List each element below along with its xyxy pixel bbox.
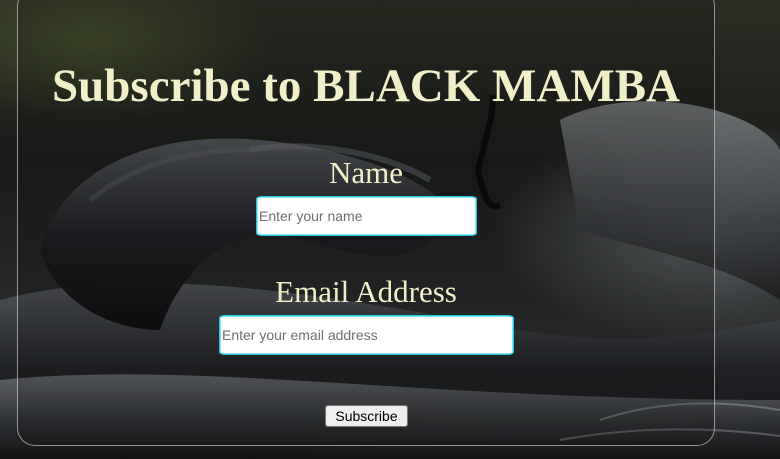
- email-label: Email Address: [275, 274, 457, 309]
- name-input[interactable]: [256, 196, 477, 236]
- page-title: Subscribe to BLACK MAMBA: [52, 60, 680, 112]
- email-input[interactable]: [219, 315, 514, 355]
- name-label: Name: [328, 155, 404, 190]
- subscribe-button[interactable]: Subscribe: [325, 405, 408, 427]
